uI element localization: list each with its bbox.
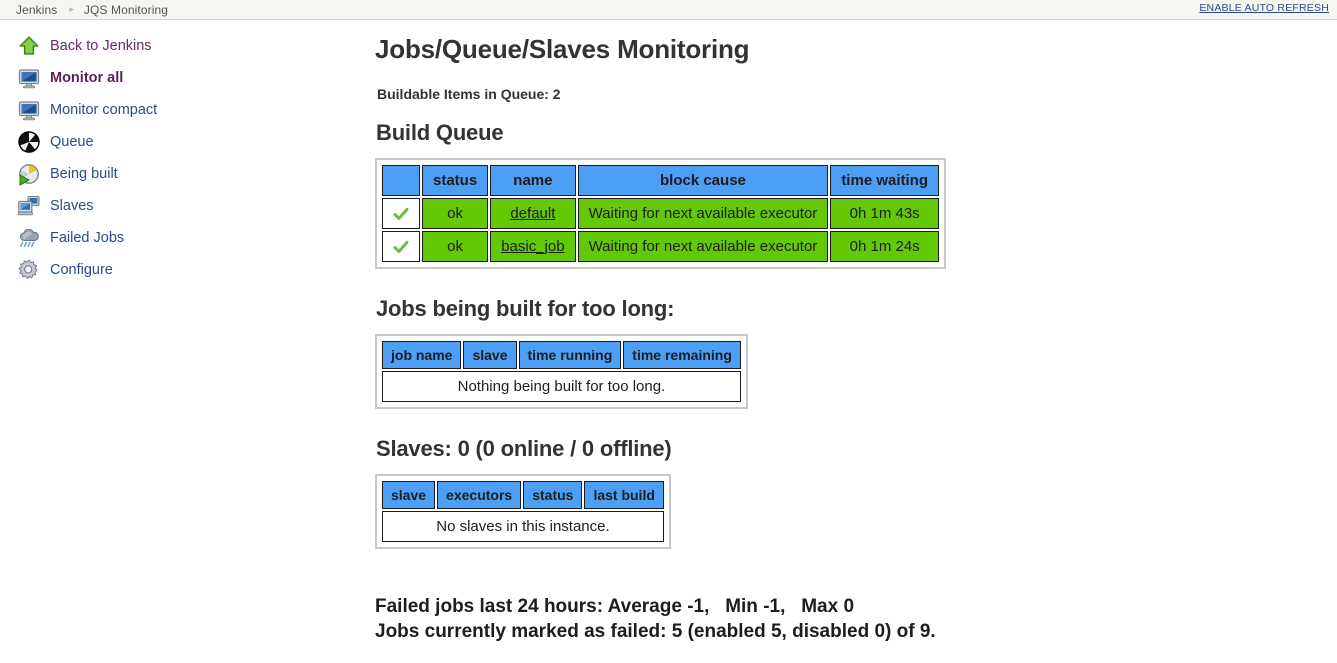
column-header-status: status xyxy=(422,165,489,196)
failed-jobs-summary: Failed jobs last 24 hours: Average -1, M… xyxy=(375,594,1337,654)
table-header-row: status name block cause time waiting xyxy=(382,165,939,196)
sidebar-item-label: Slaves xyxy=(50,198,94,214)
sidebar-item-back-to-jenkins[interactable]: Back to Jenkins xyxy=(0,30,375,62)
column-header-executors: executors xyxy=(437,481,522,509)
sidebar: Back to Jenkins Monitor all Monitor comp… xyxy=(0,20,375,286)
breadcrumb-current[interactable]: JQS Monitoring xyxy=(84,3,168,17)
monitor-icon xyxy=(17,98,41,122)
failed-jobs-line-1: Failed jobs last 24 hours: Average -1, M… xyxy=(375,596,855,617)
column-header-time-running: time running xyxy=(518,341,622,369)
time-waiting-cell: 0h 1m 24s xyxy=(830,231,939,262)
table-row: No slaves in this instance. xyxy=(382,511,664,542)
sidebar-item-label: Configure xyxy=(50,262,113,278)
aperture-icon xyxy=(17,130,41,154)
column-header-slave: slave xyxy=(463,341,517,369)
rain-cloud-icon xyxy=(17,226,41,250)
status-cell: ok xyxy=(422,231,489,262)
green-check-icon xyxy=(393,239,409,255)
table-header-row: job name slave time running time remaini… xyxy=(382,341,741,369)
column-header-status: status xyxy=(523,481,583,509)
main-content: Jobs/Queue/Slaves Monitoring Buildable I… xyxy=(375,20,1337,654)
sidebar-item-monitor-compact[interactable]: Monitor compact xyxy=(0,94,375,126)
empty-message: No slaves in this instance. xyxy=(382,511,664,542)
page-title: Jobs/Queue/Slaves Monitoring xyxy=(375,34,750,64)
gear-icon xyxy=(17,258,41,282)
sidebar-item-being-built[interactable]: Being built xyxy=(0,158,375,190)
empty-message: Nothing being built for too long. xyxy=(382,371,741,402)
sidebar-item-failed-jobs[interactable]: Failed Jobs xyxy=(0,222,375,254)
job-name-cell[interactable]: default xyxy=(490,198,576,229)
sidebar-item-label: Being built xyxy=(50,166,118,182)
slaves-table: slave executors status last build No sla… xyxy=(380,479,666,544)
block-cause-cell: Waiting for next available executor xyxy=(577,231,829,262)
table-row: ok basic_job Waiting for next available … xyxy=(382,231,939,262)
job-name-cell[interactable]: basic_job xyxy=(490,231,576,262)
column-header-block-cause: block cause xyxy=(577,165,829,196)
job-name-link[interactable]: basic_job xyxy=(501,238,564,255)
time-waiting-cell: 0h 1m 43s xyxy=(830,198,939,229)
too-long-heading: Jobs being built for too long: xyxy=(376,296,675,321)
column-header-time-remaining: time remaining xyxy=(623,341,741,369)
column-header-time-waiting: time waiting xyxy=(830,165,939,196)
column-header-slave: slave xyxy=(382,481,436,509)
block-cause-cell: Waiting for next available executor xyxy=(577,198,829,229)
column-header-last-build: last build xyxy=(584,481,664,509)
too-long-table-frame: job name slave time running time remaini… xyxy=(375,334,748,409)
sidebar-item-label: Queue xyxy=(50,134,94,150)
enable-auto-refresh-link[interactable]: ENABLE AUTO REFRESH xyxy=(1199,2,1329,14)
sidebar-item-slaves[interactable]: Slaves xyxy=(0,190,375,222)
too-long-table: job name slave time running time remaini… xyxy=(380,339,743,404)
table-header-row: slave executors status last build xyxy=(382,481,664,509)
sidebar-item-queue[interactable]: Queue xyxy=(0,126,375,158)
column-header-blank xyxy=(382,165,420,196)
failed-jobs-line-2: Jobs currently marked as failed: 5 (enab… xyxy=(375,621,936,642)
monitor-icon xyxy=(17,66,41,90)
build-queue-heading: Build Queue xyxy=(376,120,504,145)
sidebar-item-configure[interactable]: Configure xyxy=(0,254,375,286)
status-ok-cell xyxy=(382,231,420,262)
breadcrumb-separator-icon: ▸ xyxy=(69,4,74,14)
column-header-job-name: job name xyxy=(382,341,462,369)
build-queue-table: status name block cause time waiting ok … xyxy=(380,163,941,264)
sidebar-item-label: Failed Jobs xyxy=(50,230,125,246)
table-row: Nothing being built for too long. xyxy=(382,371,741,402)
breadcrumb-root[interactable]: Jenkins xyxy=(16,3,57,17)
sidebar-item-monitor-all[interactable]: Monitor all xyxy=(0,62,375,94)
green-up-arrow-icon xyxy=(17,34,41,58)
sidebar-item-label: Back to Jenkins xyxy=(50,38,152,54)
slaves-heading: Slaves: 0 (0 online / 0 offline) xyxy=(376,436,672,461)
column-header-name: name xyxy=(490,165,576,196)
computers-icon xyxy=(17,194,41,218)
slaves-table-frame: slave executors status last build No sla… xyxy=(375,474,671,549)
status-ok-cell xyxy=(382,198,420,229)
breadcrumb-bar: Jenkins ▸ JQS Monitoring ENABLE AUTO REF… xyxy=(0,0,1337,20)
sidebar-item-label: Monitor compact xyxy=(50,102,158,118)
sidebar-item-label: Monitor all xyxy=(50,70,124,86)
job-name-link[interactable]: default xyxy=(510,205,555,222)
page-body: Back to Jenkins Monitor all Monitor comp… xyxy=(0,20,1337,654)
table-row: ok default Waiting for next available ex… xyxy=(382,198,939,229)
clock-play-icon xyxy=(17,162,41,186)
buildable-items-count: Buildable Items in Queue: 2 xyxy=(377,86,561,102)
build-queue-table-frame: status name block cause time waiting ok … xyxy=(375,158,946,269)
status-cell: ok xyxy=(422,198,489,229)
green-check-icon xyxy=(393,206,409,222)
